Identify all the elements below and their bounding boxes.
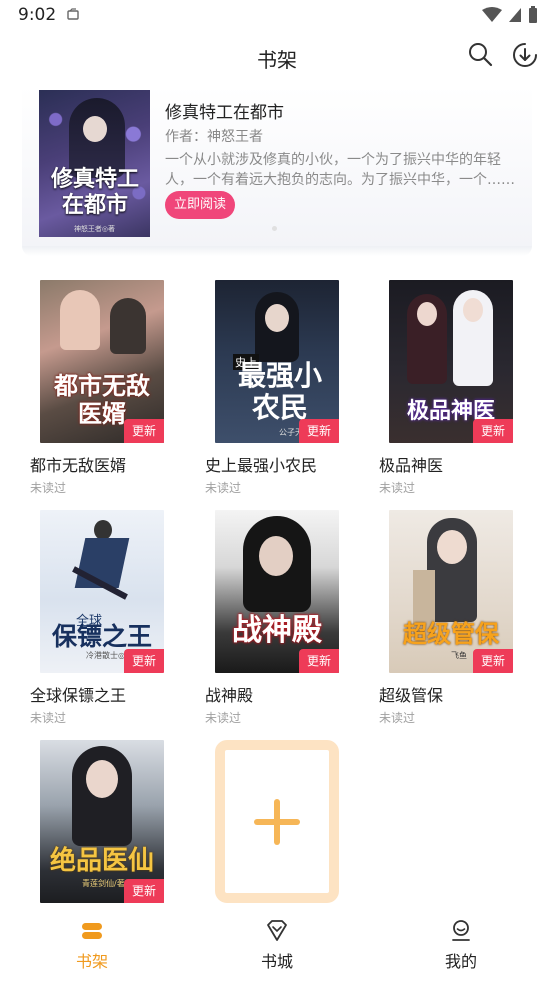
battery-icon — [529, 6, 537, 23]
search-icon[interactable] — [466, 40, 494, 68]
read-now-button[interactable]: 立即阅读 — [165, 191, 235, 219]
book-title[interactable]: 战神殿 — [205, 682, 253, 706]
book-cover[interactable]: 超级管保 飞鱼 更新 — [389, 510, 513, 673]
update-badge: 更新 — [473, 649, 513, 673]
book-cover[interactable]: 战神殿 更新 — [215, 510, 339, 673]
update-badge: 更新 — [473, 419, 513, 443]
plus-icon — [254, 798, 300, 845]
banner-pager-dots — [272, 226, 277, 231]
bookshelf-icon — [82, 923, 102, 939]
book-cover[interactable]: 极品神医 更新 — [389, 280, 513, 443]
notification-icon — [67, 8, 79, 20]
nav-profile[interactable]: 我的 — [421, 918, 501, 972]
book-cover[interactable]: 史上 最强小农民 公子无花 更新 — [215, 280, 339, 443]
signal-icon — [509, 8, 521, 22]
book-title[interactable]: 史上最强小农民 — [205, 452, 317, 476]
book-title[interactable]: 极品神医 — [379, 452, 443, 476]
update-badge: 更新 — [124, 419, 164, 443]
update-badge: 更新 — [299, 419, 339, 443]
book-cover-title: 超级管保 — [403, 619, 499, 648]
nav-bookshelf[interactable]: 书架 — [52, 918, 132, 972]
featured-cover[interactable]: 修真特工在都市 神怒王者◎著 — [39, 90, 150, 237]
status-time: 9:02 — [18, 5, 57, 25]
cover-face — [83, 116, 107, 142]
book-read-status: 未读过 — [30, 711, 67, 725]
book-read-status: 未读过 — [205, 711, 242, 725]
update-badge: 更新 — [299, 649, 339, 673]
book-cover-title: 绝品医仙 — [49, 846, 154, 876]
bottom-nav: 书架 书城 我的 — [0, 906, 554, 984]
book-read-status: 未读过 — [379, 711, 416, 725]
header: 书架 — [0, 34, 554, 80]
book-cover-title: 最强小农民 — [237, 359, 322, 424]
pager-dot — [272, 226, 277, 231]
book-read-status: 未读过 — [205, 481, 242, 495]
book-cover-credit: 青莲剑仙/著 — [82, 879, 125, 888]
update-badge: 更新 — [124, 879, 164, 903]
book-cover[interactable]: 绝品医仙 青莲剑仙/著 更新 — [40, 740, 164, 903]
status-bar: 9:02 — [0, 0, 554, 34]
nav-bookstore[interactable]: 书城 — [237, 918, 317, 972]
nav-label: 我的 — [444, 952, 477, 971]
featured-title[interactable]: 修真特工在都市 — [165, 98, 284, 123]
book-cover[interactable]: 全球 保镖之王 冷港散士◎著 更新 — [40, 510, 164, 673]
profile-icon — [452, 920, 470, 941]
book-read-status: 未读过 — [379, 481, 416, 495]
book-title[interactable]: 都市无敌医婿 — [30, 452, 126, 476]
book-cover-credit: 飞鱼 — [451, 651, 467, 660]
book-read-status: 未读过 — [30, 481, 67, 495]
bookstore-icon — [267, 920, 287, 941]
status-icons — [482, 6, 538, 24]
featured-banner[interactable]: 修真特工在都市 神怒王者◎著 修真特工在都市 作者：神怒王者 一个从小就涉及修真… — [22, 86, 532, 256]
add-book-button[interactable] — [215, 740, 339, 903]
update-badge: 更新 — [124, 649, 164, 673]
download-icon[interactable] — [510, 40, 540, 70]
book-cover-title: 保镖之王 — [51, 622, 152, 651]
featured-card-shadow — [22, 246, 532, 256]
featured-description: 一个从小就涉及修真的小伙，一个为了振兴中华的年轻人，一个有着远大抱负的志向。为了… — [165, 152, 515, 188]
book-cover[interactable]: 都市无敌医婿 更新 — [40, 280, 164, 443]
book-title[interactable]: 全球保镖之王 — [30, 682, 126, 706]
featured-author: 作者：神怒王者 — [165, 129, 263, 145]
featured-cover-title: 修真特工在都市 — [50, 166, 139, 218]
wifi-icon — [482, 7, 502, 22]
book-cover-title: 战神殿 — [232, 613, 322, 648]
book-title[interactable]: 超级管保 — [379, 682, 443, 706]
featured-cover-credit: 神怒王者◎著 — [73, 225, 116, 233]
nav-label: 书架 — [75, 952, 108, 971]
nav-label: 书城 — [260, 952, 293, 971]
